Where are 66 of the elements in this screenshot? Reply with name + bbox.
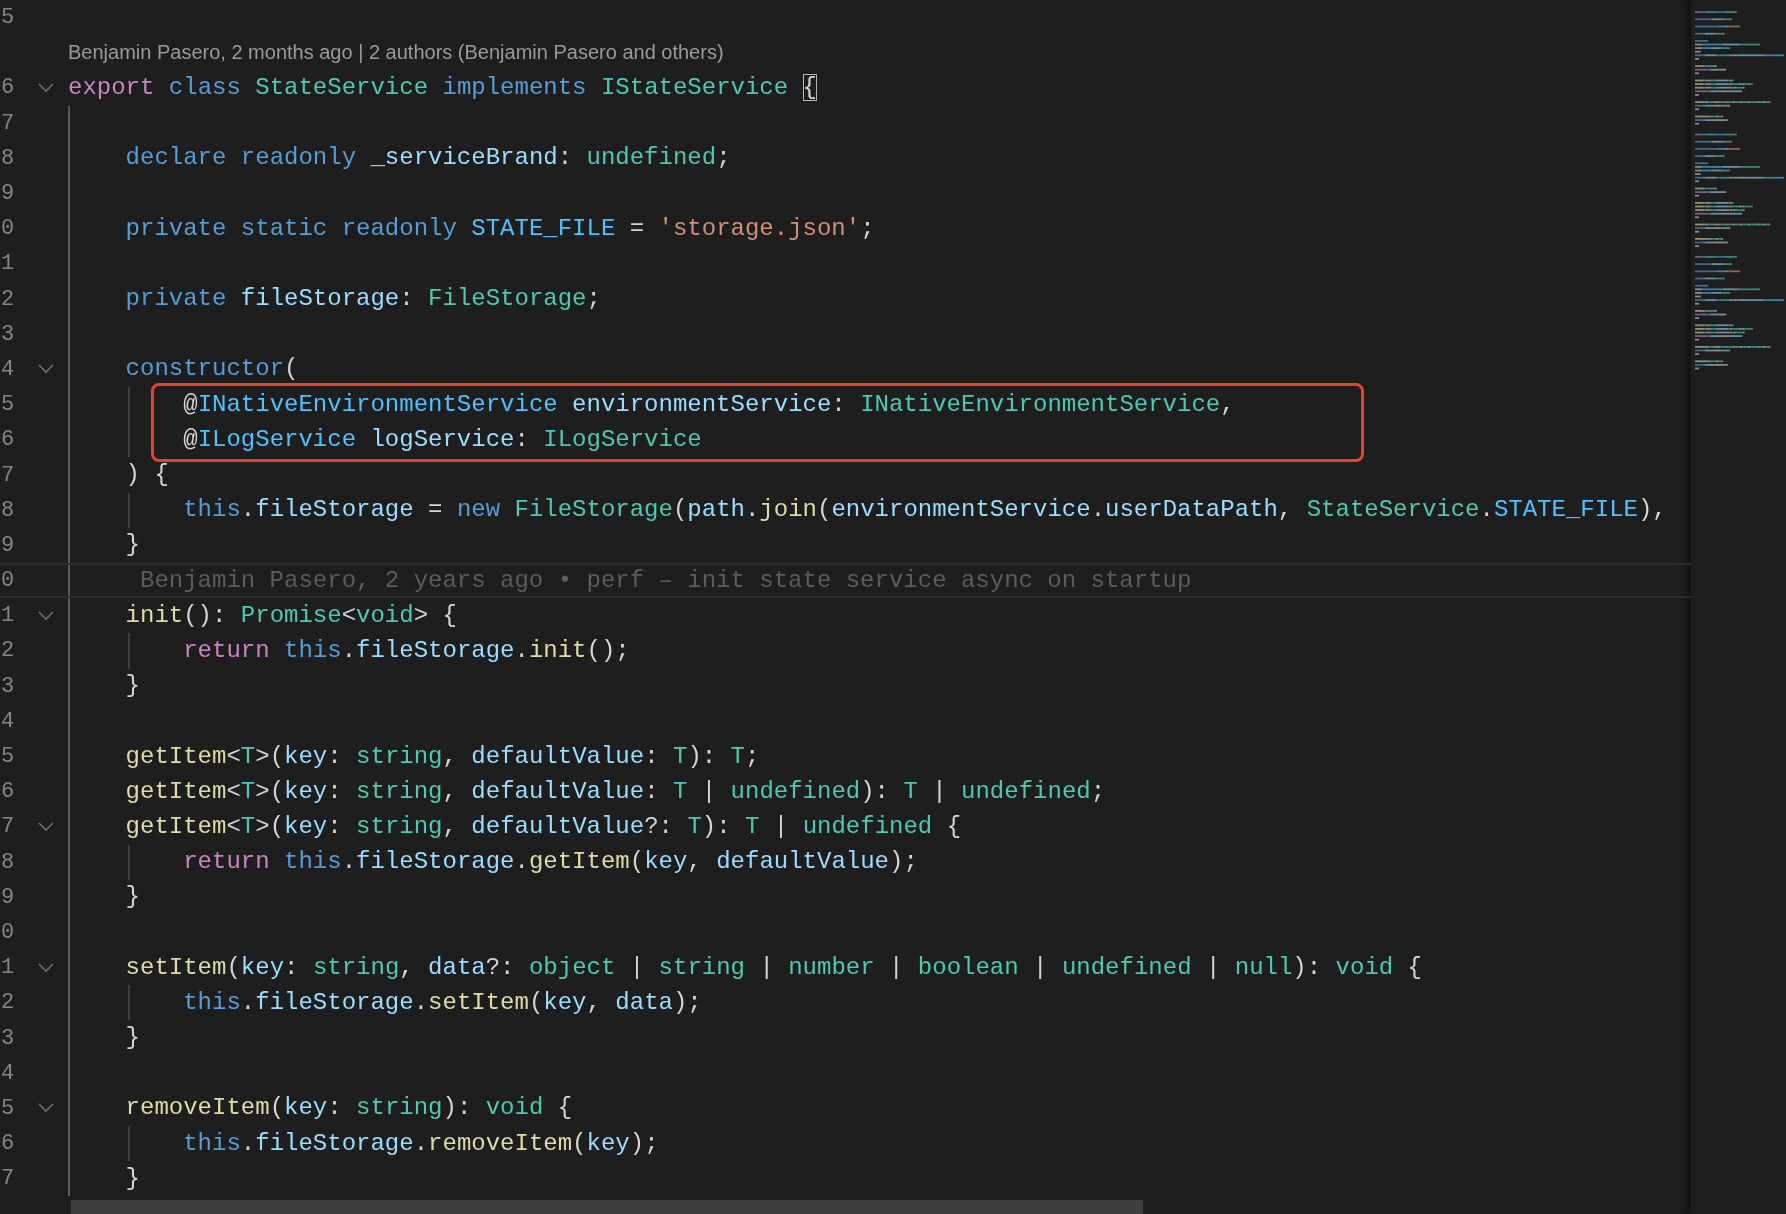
line-number: 5: [0, 1095, 16, 1121]
code-line: @ILogService logService: ILogService: [182, 424, 702, 455]
code-line: return this.fileStorage.getItem(key, defaultValue);: [182, 847, 918, 878]
chevron-down-icon[interactable]: [38, 1102, 54, 1115]
code-line: constructor(: [124, 354, 299, 385]
code-line: @INativeEnvironmentService environmentService: INativeEnvironmentService,: [182, 389, 1235, 420]
line-number: 6: [0, 779, 16, 805]
line-number: 2: [0, 990, 16, 1016]
code-line: }: [124, 1023, 140, 1054]
line-number: 8: [0, 497, 16, 523]
line-number: 1: [0, 603, 16, 629]
code-line: }: [124, 530, 140, 561]
code-line: getItem<T>(key: string, defaultValue?: T): T | undefined {: [124, 811, 962, 842]
line-number: 1: [0, 251, 16, 277]
line-number: 5: [0, 392, 16, 418]
blame-annotation[interactable]: Benjamin Pasero, 2 months ago | 2 authors (Benjamin Pasero and others): [68, 41, 724, 65]
line-number: 5: [0, 744, 16, 770]
code-line: init(): Promise<void> {: [124, 600, 457, 631]
code-line: }: [124, 1163, 140, 1194]
chevron-down-icon[interactable]: [38, 609, 54, 622]
line-number: 0: [0, 216, 16, 242]
chevron-down-icon[interactable]: [38, 820, 54, 833]
code-line: declare readonly _serviceBrand: undefined;: [124, 143, 731, 174]
chevron-down-icon[interactable]: [38, 961, 54, 974]
line-number: 3: [0, 321, 16, 347]
line-number: 0: [0, 919, 16, 945]
code-line: export class StateService implements IStateService {: [68, 72, 817, 103]
code-line: getItem<T>(key: string, defaultValue: T): T;: [124, 741, 760, 772]
line-number: 5: [0, 5, 16, 31]
code-line: private static readonly STATE_FILE = 'storage.json';: [124, 213, 875, 244]
line-number: 2: [0, 286, 16, 312]
line-number: 2: [0, 638, 16, 664]
line-number: 6: [0, 75, 16, 101]
code-line: this.fileStorage.removeItem(key);: [182, 1128, 659, 1159]
line-number: 4: [0, 356, 16, 382]
line-number: 9: [0, 181, 16, 207]
code-line: }: [124, 882, 140, 913]
line-number: 9: [0, 884, 16, 910]
line-number: 4: [0, 1060, 16, 1086]
code-line: getItem<T>(key: string, defaultValue: T | undefined): T | undefined;: [124, 776, 1106, 807]
line-number: 8: [0, 145, 16, 171]
code-line: removeItem(key: string): void {: [124, 1093, 573, 1124]
line-number: 1: [0, 955, 16, 981]
code-line: }: [124, 671, 140, 702]
code-line: setItem(key: string, data?: object | string | number | boolean | undefined | null): void {: [124, 952, 1422, 983]
chevron-down-icon[interactable]: [38, 363, 54, 376]
line-number: 8: [0, 849, 16, 875]
line-number: 7: [0, 1166, 16, 1192]
scrollbar-thumb[interactable]: [71, 1200, 1143, 1214]
line-number: 3: [0, 673, 16, 699]
line-number: 6: [0, 427, 16, 453]
line-number: 4: [0, 708, 16, 734]
code-line: this.fileStorage = new FileStorage(path.join(environmentService.userDataPath, StateService.STATE_FILE),: [182, 495, 1667, 526]
code-line: private fileStorage: FileStorage;: [124, 284, 601, 315]
line-number: 6: [0, 1131, 16, 1157]
line-number: 7: [0, 110, 16, 136]
line-number: 3: [0, 1025, 16, 1051]
line-number: 7: [0, 814, 16, 840]
line-number: 7: [0, 462, 16, 488]
chevron-down-icon[interactable]: [38, 81, 54, 94]
line-number: 0: [0, 568, 16, 594]
code-line: ) {: [124, 460, 169, 491]
line-number: 9: [0, 532, 16, 558]
code-line: this.fileStorage.setItem(key, data);: [182, 987, 702, 1018]
code-line: return this.fileStorage.init();: [182, 635, 630, 666]
inline-blame: Benjamin Pasero, 2 years ago • perf – init state service async on startup: [139, 567, 1192, 595]
